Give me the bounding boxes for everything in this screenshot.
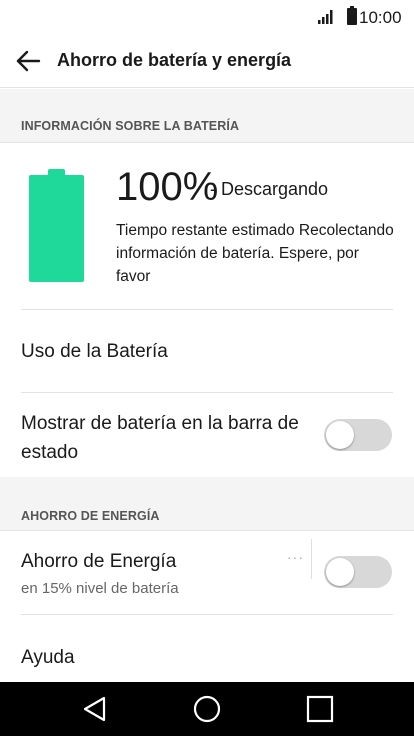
section-header-label: INFORMACIÓN SOBRE LA BATERÍA <box>21 119 240 133</box>
section-header-battery-info: INFORMACIÓN SOBRE LA BATERÍA <box>0 89 414 143</box>
app-bar: Ahorro de batería y energía <box>0 34 414 88</box>
show-battery-statusbar-row[interactable]: Mostrar de batería en la barra de estado <box>0 393 414 477</box>
toggle-knob <box>326 558 354 586</box>
back-triangle-icon[interactable] <box>80 694 110 724</box>
navigation-bar <box>0 682 414 736</box>
status-bar: 10:00 <box>0 0 414 34</box>
section-header-label: AHORRO DE ENERGÍA <box>21 509 160 523</box>
battery-icon <box>347 6 357 25</box>
battery-state: - Descargando <box>210 179 329 199</box>
show-battery-statusbar-toggle[interactable] <box>324 419 392 451</box>
section-header-power-saving: AHORRO DE ENERGÍA <box>0 477 414 531</box>
power-saver-sublabel: en 15% nivel de batería <box>21 580 179 597</box>
home-circle-icon[interactable] <box>192 694 222 724</box>
battery-fill <box>29 175 84 282</box>
toggle-knob <box>326 421 354 449</box>
battery-percent: 100% <box>116 165 219 209</box>
signal-icon <box>318 10 333 24</box>
power-saver-toggle[interactable] <box>324 556 392 588</box>
more-options-icon[interactable]: ··· <box>287 549 304 565</box>
power-saver-label: Ahorro de Energía <box>21 551 177 572</box>
back-arrow-icon[interactable] <box>14 48 42 74</box>
page-title: Ahorro de batería y energía <box>57 50 292 70</box>
battery-level-icon <box>29 169 84 282</box>
help-label: Ayuda <box>21 647 75 668</box>
help-row[interactable]: Ayuda <box>0 615 414 682</box>
power-saver-row[interactable]: Ahorro de Energía en 15% nivel de baterí… <box>0 531 414 615</box>
battery-usage-label: Uso de la Batería <box>21 341 168 362</box>
recents-square-icon[interactable] <box>305 694 335 724</box>
battery-estimate: Tiempo restante estimado Recolectando in… <box>116 222 394 285</box>
status-time: 10:00 <box>359 8 402 27</box>
battery-usage-row[interactable]: Uso de la Batería <box>0 310 414 392</box>
battery-info-block: 100% - Descargando Tiempo restante estim… <box>0 143 414 310</box>
vertical-separator <box>311 539 312 579</box>
show-battery-statusbar-label: Mostrar de batería en la barra de estado <box>21 413 299 463</box>
